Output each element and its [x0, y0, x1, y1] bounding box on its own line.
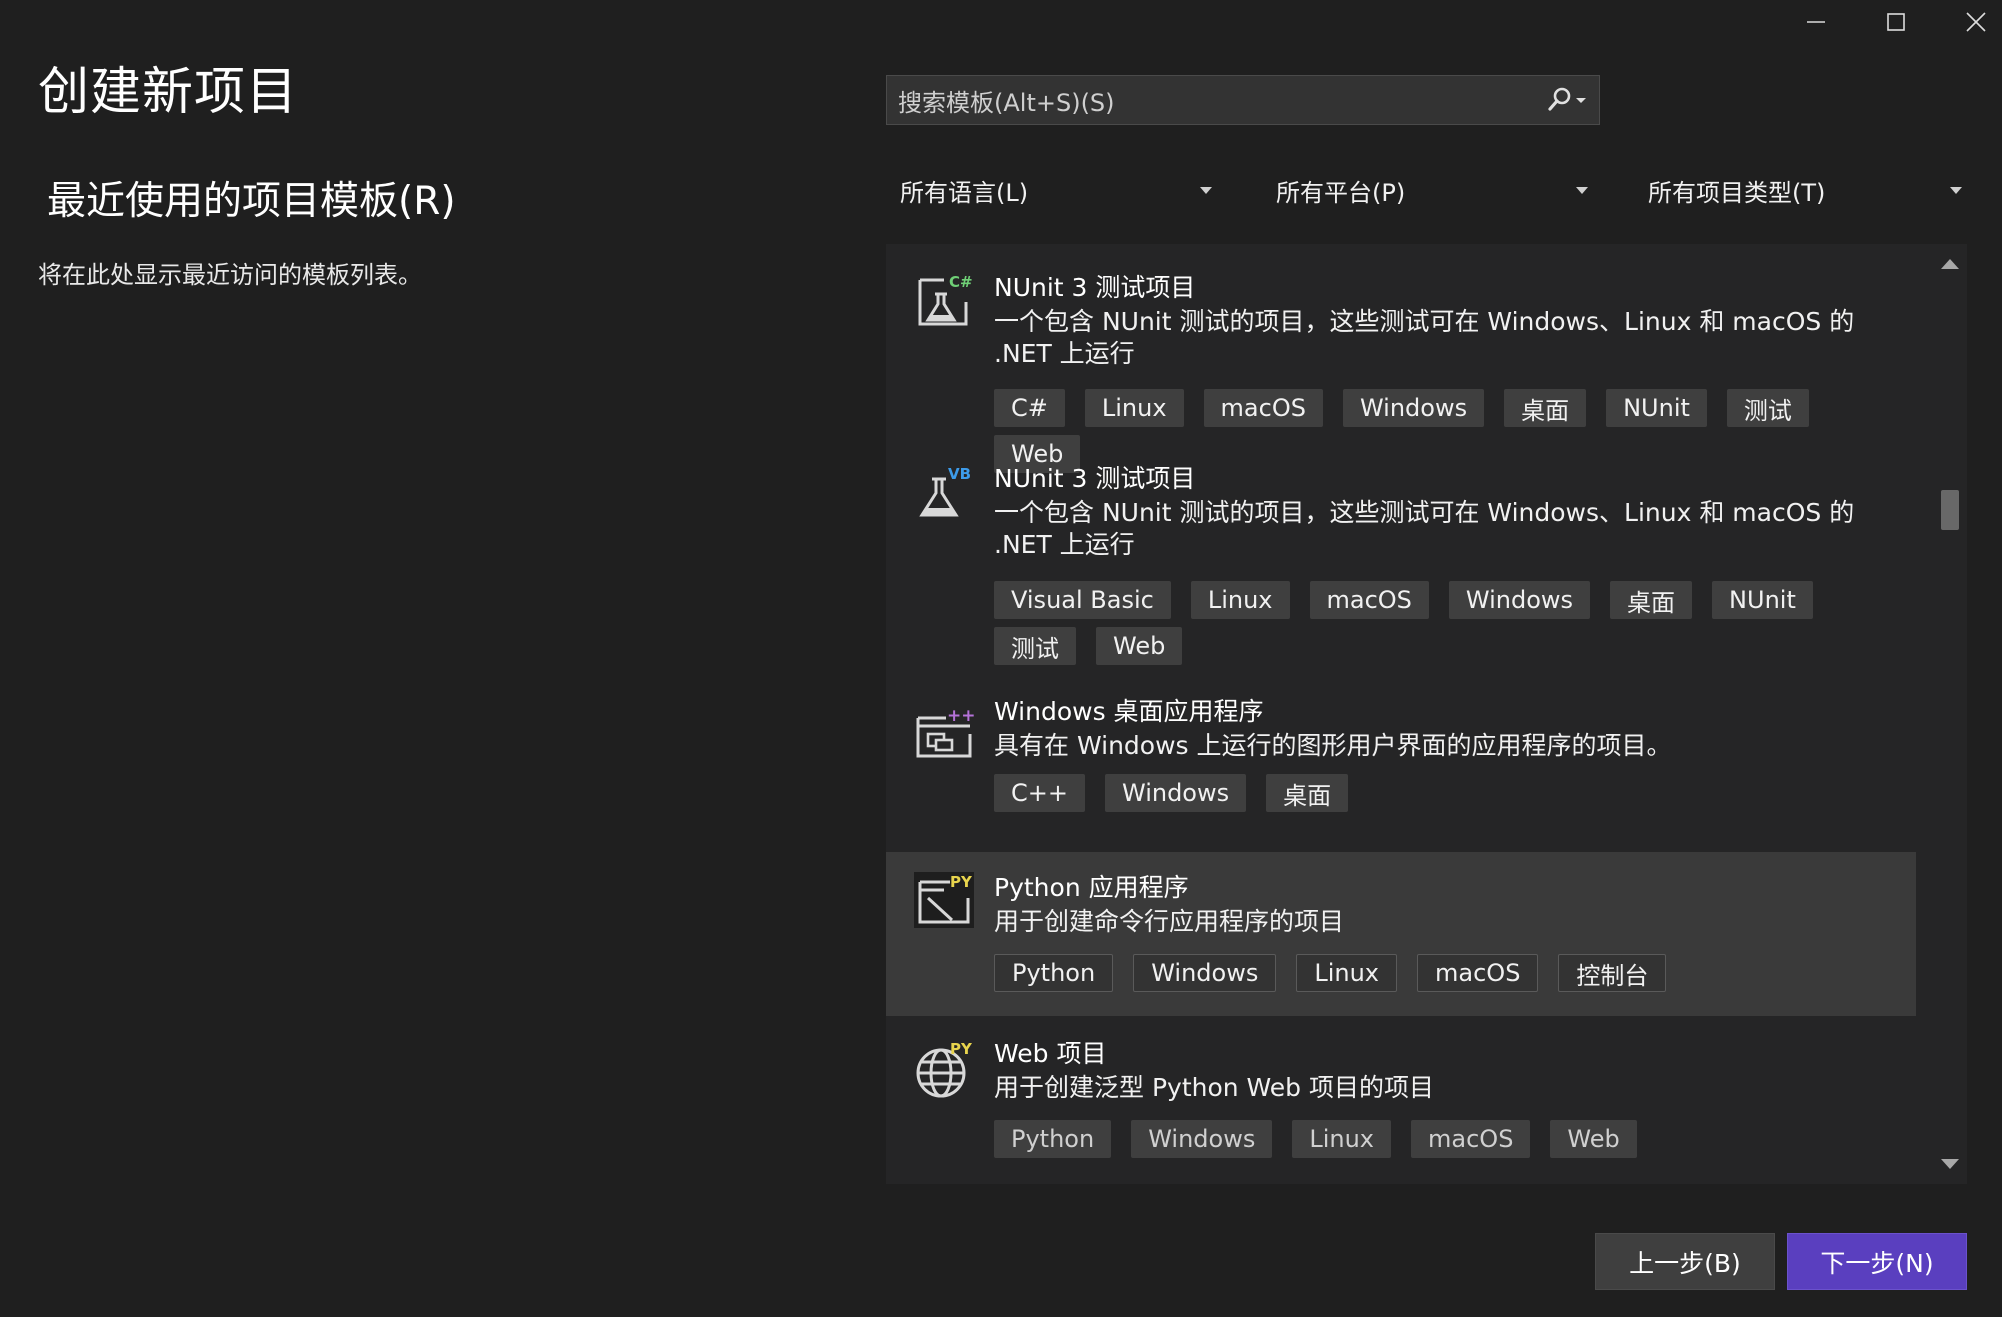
recent-templates-heading: 最近使用的项目模板(R)	[47, 179, 456, 224]
windows-desktop-cpp-icon: ++	[916, 706, 974, 758]
tag-project-type: NUnit	[1712, 581, 1813, 619]
tag-platform: Linux	[1084, 389, 1184, 427]
chevron-down-icon	[1200, 186, 1212, 194]
template-title: Web 项目	[994, 1039, 1107, 1068]
template-list-scrollbar[interactable]	[1931, 244, 1967, 1184]
chevron-down-icon	[1950, 186, 1962, 194]
search-input[interactable]: 搜索模板(Alt+S)(S)	[887, 83, 1535, 118]
language-filter-dropdown[interactable]: 所有语言(L)	[900, 168, 1212, 212]
tag-platform: Windows	[1133, 954, 1277, 992]
tag-language: C++	[994, 774, 1085, 812]
tag-project-type: 测试	[994, 627, 1076, 665]
tag-language: C#	[994, 389, 1065, 427]
template-tags: C++ Windows 桌面	[994, 774, 1874, 812]
template-tags: Python Windows Linux macOS 控制台	[994, 954, 1874, 992]
tag-platform: Linux	[1190, 581, 1290, 619]
template-item-nunit-csharp[interactable]: C# NUnit 3 测试项目 一个包含 NUnit 测试的项目，这些测试可在 …	[886, 244, 1916, 473]
minimize-icon	[1807, 21, 1825, 23]
template-description: 具有在 Windows 上运行的图形用户界面的应用程序的项目。	[994, 731, 1672, 760]
tag-platform: Linux	[1296, 954, 1398, 992]
close-button[interactable]	[1936, 0, 2002, 44]
tag-language: Visual Basic	[994, 581, 1171, 619]
tag-project-type: 桌面	[1610, 581, 1693, 619]
close-icon	[1966, 12, 1986, 32]
tag-platform: Linux	[1292, 1120, 1392, 1158]
tag-project-type: NUnit	[1606, 389, 1707, 427]
template-title: Python 应用程序	[994, 873, 1189, 902]
nunit-csharp-icon: C#	[918, 273, 973, 326]
tag-language: Python	[994, 954, 1114, 992]
recent-templates-empty-message: 将在此处显示最近访问的模板列表。	[38, 261, 422, 289]
scroll-down-arrow-icon[interactable]	[1941, 1159, 1959, 1169]
tag-project-type: Web	[1550, 1120, 1637, 1158]
next-button[interactable]: 下一步(N)	[1787, 1233, 1967, 1290]
python-web-globe-icon: PY	[916, 1040, 973, 1098]
chevron-down-icon	[1576, 186, 1588, 194]
tag-platform: macOS	[1309, 581, 1429, 619]
template-list: C# NUnit 3 测试项目 一个包含 NUnit 测试的项目，这些测试可在 …	[886, 244, 1967, 1184]
search-icon	[1548, 87, 1586, 111]
python-badge: PY	[950, 1040, 973, 1058]
tag-platform: Windows	[1448, 581, 1591, 619]
maximize-button[interactable]	[1856, 0, 1936, 44]
template-title: Windows 桌面应用程序	[994, 697, 1264, 726]
template-description: 用于创建泛型 Python Web 项目的项目	[994, 1073, 1435, 1102]
template-title: NUnit 3 测试项目	[994, 273, 1196, 302]
template-item-nunit-vb[interactable]: VB NUnit 3 测试项目 一个包含 NUnit 测试的项目，这些测试可在 …	[886, 439, 1916, 671]
maximize-icon	[1887, 13, 1905, 31]
tag-platform: macOS	[1417, 954, 1539, 992]
project-type-filter-dropdown[interactable]: 所有项目类型(T)	[1648, 168, 1962, 212]
language-filter-label: 所有语言(L)	[900, 178, 1029, 207]
template-tags: Python Windows Linux macOS Web	[994, 1120, 1874, 1158]
tag-project-type: Web	[1096, 627, 1183, 665]
cpp-badge: ++	[947, 706, 974, 726]
tag-platform: Windows	[1342, 389, 1485, 427]
python-console-icon: PY	[914, 872, 974, 928]
platform-filter-label: 所有平台(P)	[1276, 178, 1406, 207]
template-description: 一个包含 NUnit 测试的项目，这些测试可在 Windows、Linux 和 …	[994, 498, 1855, 559]
tag-platform: Windows	[1131, 1120, 1273, 1158]
template-search-box[interactable]: 搜索模板(Alt+S)(S)	[886, 75, 1600, 125]
template-item-python-application[interactable]: PY Python 应用程序 用于创建命令行应用程序的项目 Python Win…	[886, 852, 1916, 1016]
python-badge: PY	[950, 873, 973, 891]
tag-project-type: 控制台	[1558, 954, 1667, 992]
tag-platform: macOS	[1203, 389, 1323, 427]
scroll-up-arrow-icon[interactable]	[1941, 259, 1959, 269]
template-description: 一个包含 NUnit 测试的项目，这些测试可在 Windows、Linux 和 …	[994, 307, 1855, 368]
tag-project-type: 测试	[1726, 389, 1809, 427]
minimize-button[interactable]	[1776, 0, 1856, 44]
template-tags: Visual Basic Linux macOS Windows 桌面 NUni…	[994, 581, 1874, 665]
tag-project-type: 桌面	[1504, 389, 1587, 427]
tag-project-type: 桌面	[1266, 774, 1349, 812]
csharp-badge: C#	[949, 273, 973, 291]
project-type-filter-label: 所有项目类型(T)	[1648, 178, 1826, 207]
tag-platform: Windows	[1104, 774, 1247, 812]
scrollbar-thumb[interactable]	[1941, 490, 1959, 530]
template-description: 用于创建命令行应用程序的项目	[994, 907, 1345, 936]
tag-platform: macOS	[1411, 1120, 1531, 1158]
nunit-vb-icon: VB	[919, 465, 971, 517]
vb-badge: VB	[948, 465, 971, 483]
search-options-button[interactable]	[1535, 76, 1599, 124]
tag-language: Python	[994, 1120, 1112, 1158]
template-item-web-project[interactable]: PY Web 项目 用于创建泛型 Python Web 项目的项目 Python…	[886, 1016, 1916, 1184]
platform-filter-dropdown[interactable]: 所有平台(P)	[1276, 168, 1588, 212]
template-title: NUnit 3 测试项目	[994, 464, 1196, 493]
back-button[interactable]: 上一步(B)	[1595, 1233, 1775, 1290]
page-title: 创建新项目	[38, 63, 299, 122]
template-item-windows-desktop[interactable]: ++ Windows 桌面应用程序 具有在 Windows 上运行的图形用户界面…	[886, 676, 1916, 838]
